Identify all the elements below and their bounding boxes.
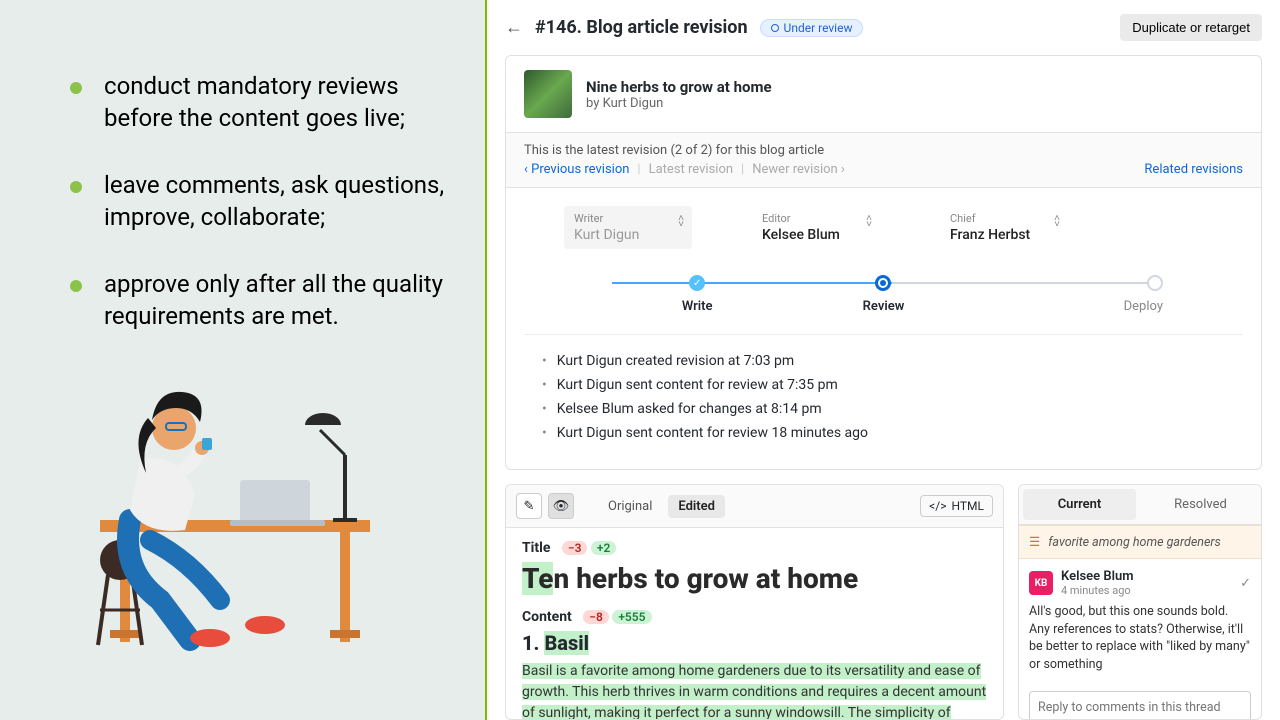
header-row: ← #146. Blog article revision Under revi… [505,14,1262,41]
comment-author: Kelsee Blum [1061,569,1134,584]
tab-resolved[interactable]: Resolved [1144,489,1257,520]
timeline-label: Write [682,299,713,314]
title-field-row: Title −3 +2 [522,540,987,556]
timeline-label: Deploy [1124,299,1163,314]
role-value: Kelsee Blum [762,227,870,243]
role-value: Franz Herbst [950,227,1058,243]
newer-revision-link: Newer revision › [752,162,845,177]
field-label-content: Content [522,609,572,625]
revision-info: This is the latest revision (2 of 2) for… [506,132,1261,187]
updown-icon: ˄˅ [1054,216,1060,228]
role-editor-select[interactable]: Editor Kelsee Blum ˄˅ [752,206,880,249]
article-thumbnail [524,70,572,118]
latest-revision-link: Latest revision [649,162,733,177]
updown-icon: ˄˅ [866,216,872,228]
bullet-list: conduct mandatory reviews before the con… [70,70,445,332]
comment-time: 4 minutes ago [1061,584,1134,597]
timeline-node-deploy [1147,275,1163,291]
preview-icon[interactable]: 👁 [548,493,574,519]
comment-body: All's good, but this one sounds bold. An… [1029,603,1251,673]
diff-removed-badge: −8 [583,610,609,624]
quote-text: favorite among home gardeners [1048,535,1221,550]
bullet-text: leave comments, ask questions, improve, … [104,169,445,234]
bullet-item: leave comments, ask questions, improve, … [70,169,445,234]
bullet-dot [70,280,82,292]
tab-edited[interactable]: Edited [668,495,725,518]
bullet-item: conduct mandatory reviews before the con… [70,70,445,135]
comments-tabs: Current Resolved [1019,485,1261,525]
timeline-node-review [875,275,891,291]
reply-box [1029,691,1251,720]
marketing-pane: conduct mandatory reviews before the con… [0,0,487,720]
bullet-text: conduct mandatory reviews before the con… [104,70,445,135]
content-field-row: Content −8 +555 [522,609,987,625]
bullet-dot [70,82,82,94]
event-item: Kurt Digun created revision at 7:03 pm [542,349,1225,373]
quote-icon: ☰ [1029,534,1040,550]
paragraph: Basil is a favorite among home gardeners… [522,661,987,719]
diff-removed-badge: −3 [562,541,588,555]
diff-added-badge: +2 [591,541,616,555]
article-header: Nine herbs to grow at home by Kurt Digun [506,56,1261,132]
comments-pane: Current Resolved ☰ favorite among home g… [1018,484,1262,720]
comment-context-quote: ☰ favorite among home gardeners [1019,525,1261,559]
bullet-text: approve only after all the quality requi… [104,268,445,333]
event-item: Kelsee Blum asked for changes at 8:14 pm [542,397,1225,421]
previous-revision-link[interactable]: ‹ Previous revision [524,162,629,177]
avatar: KB [1029,571,1053,595]
event-item: Kurt Digun sent content for review 18 mi… [542,421,1225,445]
edit-icon[interactable]: ✎ [516,493,542,519]
app-pane: ← #146. Blog article revision Under revi… [487,0,1280,720]
tab-original[interactable]: Original [598,495,662,518]
role-value: Kurt Digun [574,227,682,243]
document-section: 1. Basil Basil is a favorite among home … [522,631,987,719]
bullet-item: approve only after all the quality requi… [70,268,445,333]
editor-toolbar: ✎ 👁 Original Edited </>HTML [506,485,1003,528]
article-title: Nine herbs to grow at home [586,78,772,96]
role-label: Editor [762,212,870,225]
revision-nav: ‹ Previous revision | Latest revision | … [524,162,1243,177]
status-dot-icon [771,24,779,32]
bullet-dot [70,181,82,193]
revision-card: Nine herbs to grow at home by Kurt Digun… [505,55,1262,470]
duplicate-button[interactable]: Duplicate or retarget [1120,14,1262,41]
role-label: Writer [574,212,682,225]
related-revisions-link[interactable]: Related revisions [1144,162,1243,177]
revision-latest-text: This is the latest revision (2 of 2) for… [524,143,1243,158]
timeline-label: Review [863,299,905,314]
illustration-person-at-desk [70,370,390,670]
html-toggle[interactable]: </>HTML [920,495,993,517]
comment-item: KB Kelsee Blum 4 minutes ago ✓ All's goo… [1019,559,1261,683]
resolve-check-icon[interactable]: ✓ [1240,576,1251,591]
status-badge-label: Under review [784,21,853,35]
field-label-title: Title [522,540,550,556]
role-chief-select[interactable]: Chief Franz Herbst ˄˅ [940,206,1068,249]
document-title: Ten herbs to grow at home [522,562,987,595]
event-item: Kurt Digun sent content for review at 7:… [542,373,1225,397]
reply-input[interactable] [1029,691,1251,720]
status-badge: Under review [760,19,864,37]
event-log: Kurt Digun created revision at 7:03 pm K… [524,334,1243,459]
section-heading: 1. Basil [522,631,987,655]
timeline-node-write [689,275,705,291]
editor-pane: ✎ 👁 Original Edited </>HTML Title −3 +2 … [505,484,1004,720]
page-title: #146. Blog article revision [535,17,748,38]
updown-icon: ˄˅ [678,216,684,228]
code-icon: </> [929,499,946,513]
role-label: Chief [950,212,1058,225]
roles-block: Writer Kurt Digun ˄˅ Editor Kelsee Blum … [506,187,1261,469]
role-writer-select[interactable]: Writer Kurt Digun ˄˅ [564,206,692,249]
article-byline: by Kurt Digun [586,96,772,111]
back-arrow-icon[interactable]: ← [505,17,523,38]
editor-body: Title −3 +2 Ten herbs to grow at home Co… [506,528,1003,719]
workflow-timeline: Write Review Deploy [604,275,1163,314]
diff-added-badge: +555 [612,610,651,624]
tab-current[interactable]: Current [1023,489,1136,520]
